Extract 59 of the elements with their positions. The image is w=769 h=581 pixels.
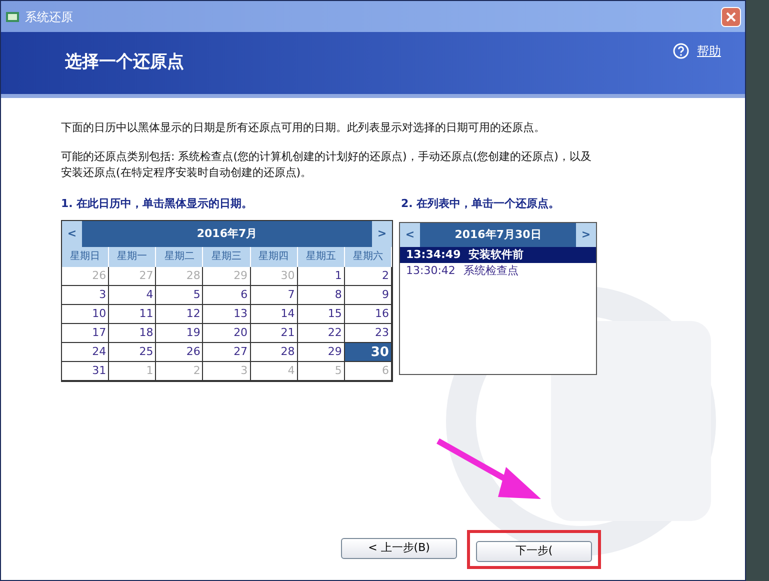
weekday-header: 星期二 [156,247,204,267]
calendar-day[interactable]: 9 [344,286,392,305]
next-month-button[interactable]: > [372,221,392,247]
previous-month-button[interactable]: < [62,221,82,247]
calendar-day[interactable]: 15 [298,305,345,324]
weekday-header: 星期三 [203,247,251,267]
month-title: 2016年7月 [196,226,258,242]
calendar-day[interactable]: 4 [109,286,156,305]
close-button[interactable] [721,6,741,26]
weekday-header: 星期五 [298,247,345,267]
weekday-header: 星期日 [62,247,110,267]
calendar-day[interactable]: 26 [156,343,204,362]
calendar-day[interactable]: 31 [62,362,110,381]
list-date-title: 2016年7月30日 [454,227,542,243]
calendar-day[interactable]: 30 [344,343,392,362]
calendar-day[interactable]: 13 [203,305,251,324]
calendar-day[interactable]: 7 [250,286,298,305]
calendar-day[interactable]: 11 [109,305,156,324]
step-two-text: 2. 在列表中，单击一个还原点。 [401,196,560,212]
calendar-day[interactable]: 14 [250,305,298,324]
weekday-header: 星期一 [109,247,156,267]
calendar-day[interactable]: 27 [203,343,251,362]
calendar-day[interactable]: 28 [250,343,298,362]
page-title: 选择一个还原点 [65,51,184,74]
calendar-day[interactable]: 2 [344,267,392,286]
window-title: 系统还原 [25,8,73,26]
weekday-header: 星期六 [344,247,392,267]
restore-point-item[interactable]: 13:30:42 系统检查点 [400,263,596,279]
weekday-header: 星期四 [250,247,298,267]
calendar-day[interactable]: 24 [62,343,110,362]
close-icon [726,12,736,22]
restore-point-item[interactable]: 13:34:49 安装软件前 [400,247,596,263]
step-one-text: 1. 在此日历中，单击黑体显示的日期。 [61,196,254,212]
back-button[interactable]: < 上一步(B) [341,538,457,559]
calendar-day[interactable]: 1 [298,267,345,286]
calendar-day[interactable]: 6 [203,286,251,305]
calendar-day[interactable]: 22 [298,324,345,343]
calendar-day[interactable]: 8 [298,286,345,305]
calendar-day[interactable]: 5 [156,286,204,305]
calendar-day[interactable]: 23 [344,324,392,343]
calendar-day[interactable]: 10 [62,305,110,324]
calendar-day[interactable]: 25 [109,343,156,362]
help-icon [673,43,689,59]
restore-types-text: 可能的还原点类别包括: 系统检查点(您的计算机创建的计划好的还原点)，手动还原点(您创建的还原点)，以及安装还原点(在特定程序安装时自动创建的还原点)。 [61,148,592,181]
calendar-day[interactable]: 20 [203,324,251,343]
help-link[interactable]: 帮助 [697,42,721,60]
calendar-day[interactable]: 29 [298,343,345,362]
calendar-day[interactable]: 17 [62,324,110,343]
calendar-day[interactable]: 21 [250,324,298,343]
next-button[interactable]: 下一步( [476,541,592,562]
calendar-day[interactable]: 19 [156,324,204,343]
description-text: 下面的日历中以黑体显示的日期是所有还原点可用的日期。此列表显示对选择的日期可用的还原点。 [61,120,546,136]
next-day-button[interactable]: > [576,223,596,247]
calendar-day[interactable]: 12 [156,305,204,324]
previous-day-button[interactable]: < [400,223,420,247]
calendar-day[interactable]: 16 [344,305,392,324]
calendar-day[interactable]: 18 [109,324,156,343]
calendar-day[interactable]: 3 [62,286,110,305]
restore-app-icon [5,10,21,24]
